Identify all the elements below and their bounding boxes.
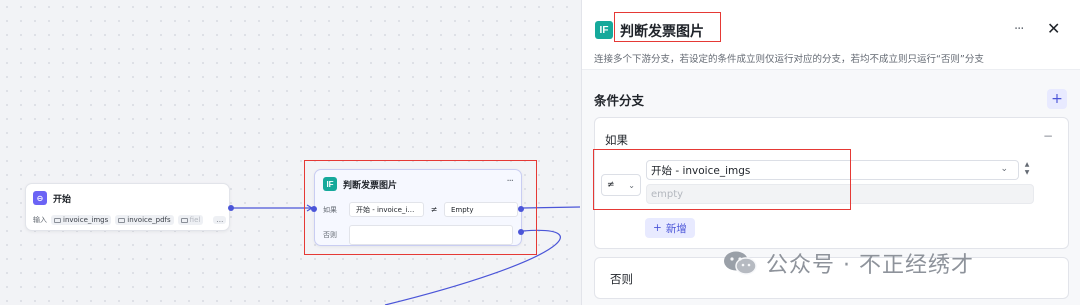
start-node-icon: ⊖ [33,191,47,205]
chip-label: fiel [189,216,201,224]
stepper-down-icon[interactable]: ▼ [1025,169,1030,177]
plus-icon: + [653,222,662,234]
more-inputs-button[interactable]: … [213,216,227,224]
more-icon[interactable]: ··· [1014,22,1024,37]
add-condition-button[interactable]: + 新增 [645,218,695,238]
input-label: 输入 [33,216,47,224]
add-branch-button[interactable]: + [1047,89,1067,109]
collapse-icon[interactable]: − [1043,129,1053,143]
panel-if-icon: IF [595,21,613,39]
start-output-port[interactable] [228,205,234,211]
input-chip: invoice_imgs [51,215,112,225]
annotation-box-title [614,12,721,42]
file-icon [180,217,188,223]
start-node[interactable]: ⊖ 开始 输入 invoice_imgs invoice_pdfs fiel … [25,183,234,231]
wechat-icon [724,251,757,275]
add-condition-label: 新增 [665,222,687,235]
annotation-box-condition [593,149,851,210]
file-icon [118,217,126,223]
start-node-header: ⊖ 开始 [33,191,71,205]
watermark: 公众号 · 不正经绣才 [722,247,974,279]
workflow-canvas[interactable]: ⊖ 开始 输入 invoice_imgs invoice_pdfs fiel …… [0,0,580,305]
edges-layer [231,204,580,305]
watermark-text: 公众号 · 不正经绣才 [766,253,974,278]
if-branch-label: 如果 [605,133,628,147]
stepper-up-icon[interactable]: ▲ [1025,161,1030,169]
panel-description: 连接多个下游分支，若设定的条件成立则仅运行对应的分支，若均不成立则只运行“否则”… [594,54,984,65]
variable-stepper[interactable]: ▲ ▼ [1022,161,1032,179]
start-node-title: 开始 [53,194,72,205]
annotation-box-node [304,160,537,255]
chip-label: invoice_imgs [63,216,109,224]
start-node-inputs: 输入 invoice_imgs invoice_pdfs fiel … [33,215,227,225]
section-title: 条件分支 [594,93,645,108]
chip-label: invoice_pdfs [127,216,171,224]
close-icon[interactable]: ✕ [1047,19,1060,38]
input-chip: invoice_pdfs [115,215,174,225]
chevron-down-icon: ⌄ [1000,164,1008,174]
input-chip: fiel [177,215,204,225]
else-branch-label: 否则 [610,272,633,286]
file-icon [54,217,61,223]
